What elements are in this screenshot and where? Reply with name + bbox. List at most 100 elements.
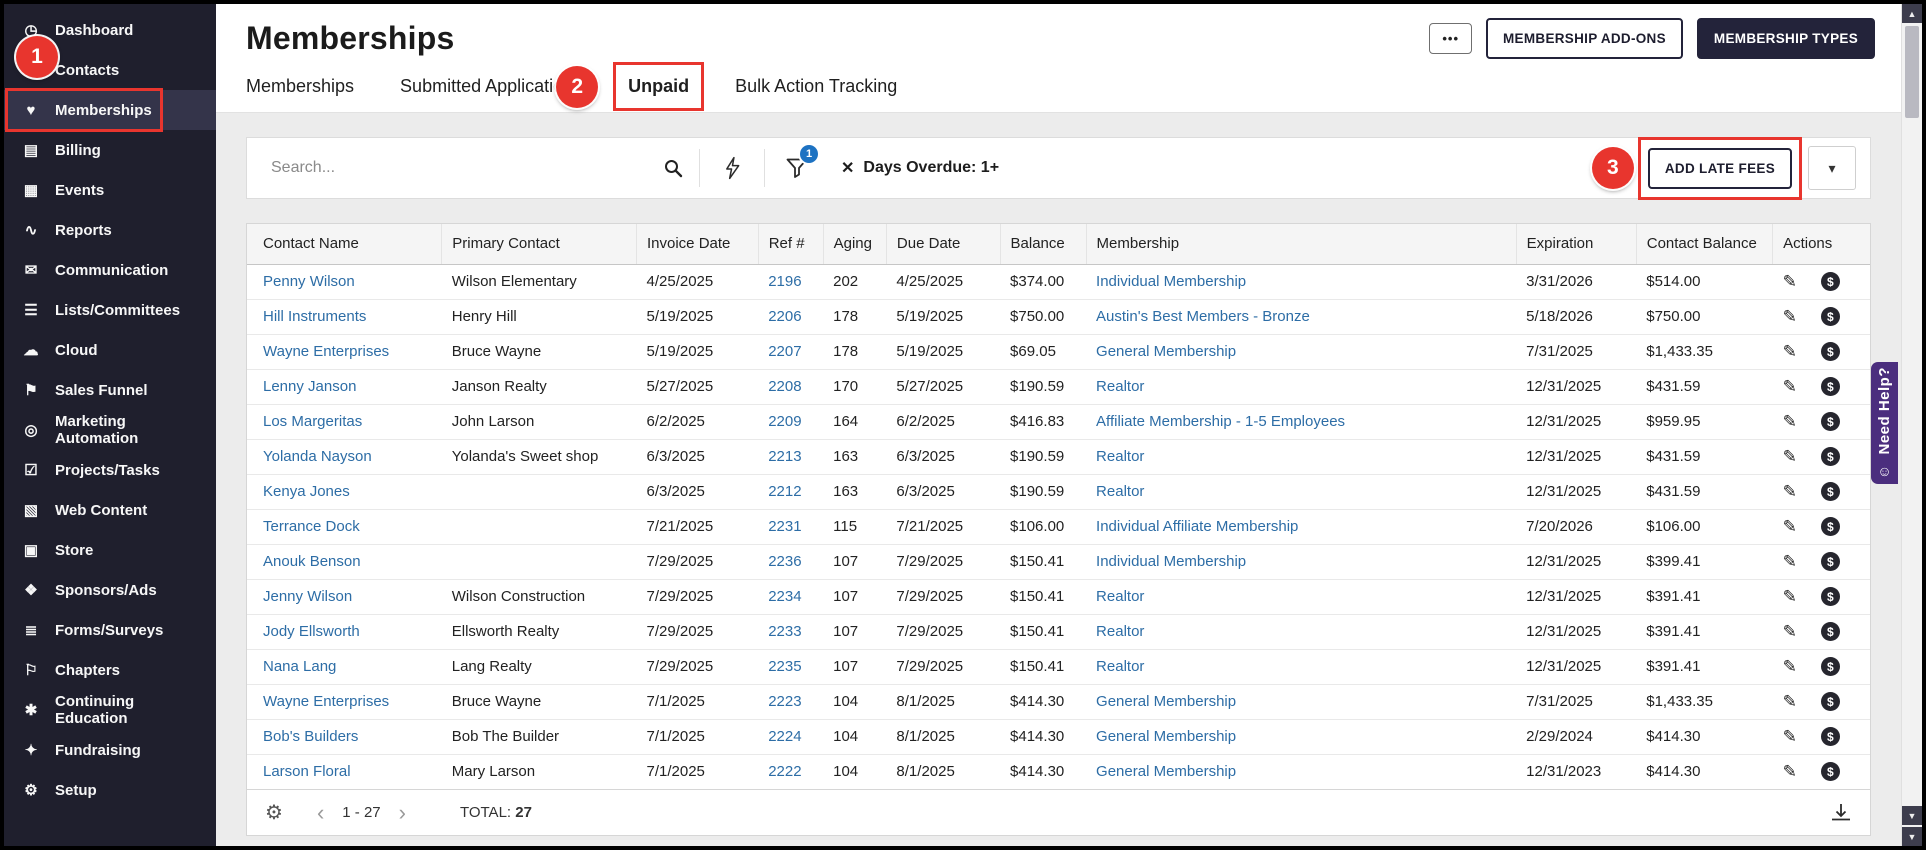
sidebar-item-web-content[interactable]: ▧Web Content xyxy=(4,490,216,530)
column-header-contact-name[interactable]: Contact Name xyxy=(247,224,442,264)
edit-icon[interactable]: ✎ xyxy=(1783,762,1797,782)
grid-settings-icon[interactable]: ⚙ xyxy=(265,800,283,825)
sidebar-item-reports[interactable]: ∿Reports xyxy=(4,210,216,250)
edit-icon[interactable]: ✎ xyxy=(1783,412,1797,432)
sidebar-item-sales-funnel[interactable]: ⚑Sales Funnel xyxy=(4,370,216,410)
payment-icon[interactable]: $ xyxy=(1821,412,1840,431)
column-header-primary-contact[interactable]: Primary Contact xyxy=(442,224,637,264)
membership-link[interactable]: Realtor xyxy=(1096,658,1144,675)
membership-link[interactable]: Individual Affiliate Membership xyxy=(1096,518,1298,535)
payment-icon[interactable]: $ xyxy=(1821,447,1840,466)
payment-icon[interactable]: $ xyxy=(1821,762,1840,781)
edit-icon[interactable]: ✎ xyxy=(1783,657,1797,677)
column-header-invoice-date[interactable]: Invoice Date xyxy=(637,224,759,264)
scroll-corner-arrow[interactable]: ▼ xyxy=(1902,827,1922,846)
payment-icon[interactable]: $ xyxy=(1821,377,1840,396)
membership-link[interactable]: Realtor xyxy=(1096,483,1144,500)
ref-link[interactable]: 2207 xyxy=(768,343,801,360)
contact-name-link[interactable]: Los Margeritas xyxy=(263,413,362,430)
payment-icon[interactable]: $ xyxy=(1821,622,1840,641)
edit-icon[interactable]: ✎ xyxy=(1783,447,1797,467)
membership-link[interactable]: General Membership xyxy=(1096,763,1236,780)
ref-link[interactable]: 2196 xyxy=(768,273,801,290)
edit-icon[interactable]: ✎ xyxy=(1783,342,1797,362)
ref-link[interactable]: 2234 xyxy=(768,588,801,605)
payment-icon[interactable]: $ xyxy=(1821,307,1840,326)
sidebar-item-setup[interactable]: ⚙Setup xyxy=(4,770,216,810)
column-header-ref-[interactable]: Ref # xyxy=(758,224,823,264)
sidebar-item-store[interactable]: ▣Store xyxy=(4,530,216,570)
sidebar-item-projects-tasks[interactable]: ☑Projects/Tasks xyxy=(4,450,216,490)
column-header-contact-balance[interactable]: Contact Balance xyxy=(1636,224,1772,264)
column-header-aging[interactable]: Aging xyxy=(823,224,886,264)
membership-link[interactable]: General Membership xyxy=(1096,728,1236,745)
membership-link[interactable]: Realtor xyxy=(1096,378,1144,395)
ref-link[interactable]: 2208 xyxy=(768,378,801,395)
contact-name-link[interactable]: Anouk Benson xyxy=(263,553,361,570)
payment-icon[interactable]: $ xyxy=(1821,552,1840,571)
tab-submitted-applications[interactable]: Submitted Applications 2 xyxy=(400,76,582,97)
contact-name-link[interactable]: Larson Floral xyxy=(263,763,351,780)
payment-icon[interactable]: $ xyxy=(1821,342,1840,361)
contact-name-link[interactable]: Wayne Enterprises xyxy=(263,693,389,710)
contact-name-link[interactable]: Lenny Janson xyxy=(263,378,356,395)
need-help-tab[interactable]: Need Help? ☺ xyxy=(1871,362,1898,484)
edit-icon[interactable]: ✎ xyxy=(1783,517,1797,537)
search-input[interactable] xyxy=(271,159,663,177)
payment-icon[interactable]: $ xyxy=(1821,727,1840,746)
sidebar-item-chapters[interactable]: ⚐Chapters xyxy=(4,650,216,690)
edit-icon[interactable]: ✎ xyxy=(1783,727,1797,747)
ref-link[interactable]: 2236 xyxy=(768,553,801,570)
contact-name-link[interactable]: Penny Wilson xyxy=(263,273,355,290)
membership-link[interactable]: Individual Membership xyxy=(1096,273,1246,290)
prev-page-button[interactable]: ‹ xyxy=(307,802,334,824)
sidebar-item-lists-committees[interactable]: ☰Lists/Committees xyxy=(4,290,216,330)
contact-name-link[interactable]: Wayne Enterprises xyxy=(263,343,389,360)
contact-name-link[interactable]: Nana Lang xyxy=(263,658,336,675)
payment-icon[interactable]: $ xyxy=(1821,657,1840,676)
add-late-fees-button[interactable]: ADD LATE FEES xyxy=(1648,148,1792,189)
membership-link[interactable]: Realtor xyxy=(1096,588,1144,605)
ref-link[interactable]: 2213 xyxy=(768,448,801,465)
tab-memberships[interactable]: Memberships xyxy=(246,76,354,97)
ref-link[interactable]: 2235 xyxy=(768,658,801,675)
ref-link[interactable]: 2223 xyxy=(768,693,801,710)
tab-bulk-action-tracking[interactable]: Bulk Action Tracking xyxy=(735,76,897,97)
membership-link[interactable]: General Membership xyxy=(1096,343,1236,360)
membership-link[interactable]: Austin's Best Members - Bronze xyxy=(1096,308,1310,325)
payment-icon[interactable]: $ xyxy=(1821,587,1840,606)
vertical-scrollbar[interactable]: ▲ ▼ ▼ xyxy=(1901,4,1922,846)
sidebar-item-memberships[interactable]: ♥Memberships xyxy=(4,90,216,130)
membership-link[interactable]: General Membership xyxy=(1096,693,1236,710)
ref-link[interactable]: 2231 xyxy=(768,518,801,535)
sidebar-item-forms-surveys[interactable]: ≣Forms/Surveys xyxy=(4,610,216,650)
edit-icon[interactable]: ✎ xyxy=(1783,377,1797,397)
contact-name-link[interactable]: Jody Ellsworth xyxy=(263,623,360,640)
column-header-due-date[interactable]: Due Date xyxy=(886,224,1000,264)
column-header-balance[interactable]: Balance xyxy=(1000,224,1086,264)
more-options-button[interactable]: ••• xyxy=(1429,23,1472,54)
filter-chip-days-overdue[interactable]: ✕ Days Overdue: 1+ xyxy=(841,158,999,178)
sidebar-item-communication[interactable]: ✉Communication xyxy=(4,250,216,290)
sidebar-item-cloud[interactable]: ☁Cloud xyxy=(4,330,216,370)
download-icon[interactable] xyxy=(1830,803,1852,823)
sidebar-item-continuing-education[interactable]: ✱Continuing Education xyxy=(4,690,216,730)
contact-name-link[interactable]: Terrance Dock xyxy=(263,518,360,535)
column-header-actions[interactable]: Actions xyxy=(1773,224,1870,264)
bulk-actions-caret-button[interactable]: ▾ xyxy=(1808,146,1856,190)
sidebar-item-fundraising[interactable]: ✦Fundraising xyxy=(4,730,216,770)
edit-icon[interactable]: ✎ xyxy=(1783,622,1797,642)
next-page-button[interactable]: › xyxy=(389,802,416,824)
sidebar-item-sponsors-ads[interactable]: ❖Sponsors/Ads xyxy=(4,570,216,610)
membership-types-button[interactable]: MEMBERSHIP TYPES xyxy=(1697,18,1875,59)
ref-link[interactable]: 2233 xyxy=(768,623,801,640)
tab-unpaid[interactable]: Unpaid xyxy=(628,76,689,97)
membership-link[interactable]: Realtor xyxy=(1096,448,1144,465)
payment-icon[interactable]: $ xyxy=(1821,517,1840,536)
membership-link[interactable]: Individual Membership xyxy=(1096,553,1246,570)
remove-filter-icon[interactable]: ✕ xyxy=(841,158,854,178)
scroll-down-arrow[interactable]: ▼ xyxy=(1902,806,1922,825)
sidebar-item-events[interactable]: ▦Events xyxy=(4,170,216,210)
ref-link[interactable]: 2206 xyxy=(768,308,801,325)
payment-icon[interactable]: $ xyxy=(1821,482,1840,501)
